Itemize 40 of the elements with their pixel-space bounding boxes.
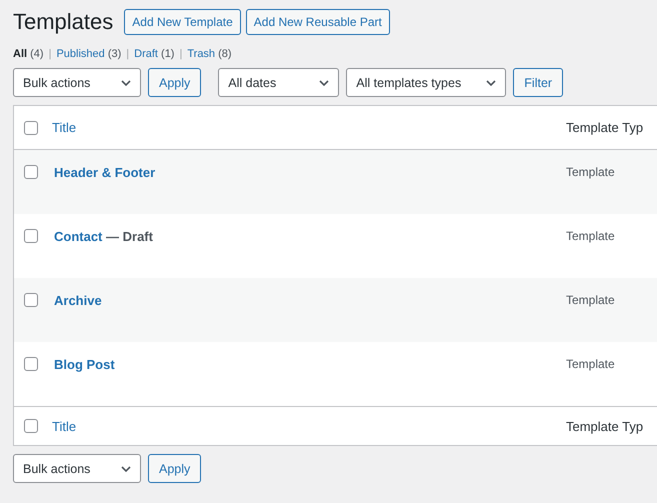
status-filter-link[interactable]: Trash (8) — [187, 48, 232, 60]
separator: | — [48, 48, 52, 60]
table-cell: Template — [566, 229, 615, 243]
apply-button[interactable]: Apply — [148, 68, 202, 97]
checkbox[interactable] — [24, 120, 38, 134]
post-state: — Draft — [106, 229, 153, 244]
status-filter-link[interactable]: All (4) — [13, 48, 44, 60]
checkbox[interactable] — [24, 419, 38, 433]
date-select[interactable]: All dates — [218, 68, 340, 97]
add-new-button[interactable]: Add New Template — [124, 9, 241, 35]
status-filter-link[interactable]: Draft (1) — [134, 48, 174, 60]
column-header: Template Typ — [566, 120, 644, 135]
filter-button[interactable]: Filter — [513, 68, 564, 97]
table-cell: Template — [566, 165, 615, 179]
caret-icon — [486, 80, 496, 86]
apply-button[interactable]: Apply — [148, 454, 202, 483]
template-title-link[interactable]: Contact — [54, 229, 102, 244]
template-title-link[interactable]: Header & Footer — [54, 165, 156, 180]
column-header: Template Typ — [566, 418, 644, 434]
checkbox[interactable] — [24, 357, 38, 371]
template-title-link[interactable]: Blog Post — [54, 357, 115, 372]
caret-icon — [121, 80, 131, 86]
bulk-actions-select[interactable]: Bulk actions — [13, 454, 141, 483]
template-type-select[interactable]: All templates types — [346, 68, 506, 97]
caret-icon — [319, 80, 330, 86]
add-new-button[interactable]: Add New Reusable Part — [246, 9, 390, 35]
page-title: Templates — [13, 9, 114, 35]
bulk-actions-select[interactable]: Bulk actions — [13, 68, 141, 97]
checkbox[interactable] — [24, 165, 38, 179]
separator: | — [179, 48, 182, 60]
checkbox[interactable] — [24, 293, 38, 307]
table-cell: Template — [566, 357, 615, 371]
separator: | — [126, 48, 130, 60]
template-title-link[interactable]: Archive — [54, 293, 102, 308]
status-filter-link[interactable]: Published (3) — [56, 48, 122, 60]
checkbox[interactable] — [24, 229, 38, 243]
caret-icon — [121, 466, 131, 472]
table-cell: Template — [566, 293, 615, 307]
title-column-header[interactable]: Title — [52, 120, 566, 135]
title-column-header[interactable]: Title — [52, 418, 566, 434]
